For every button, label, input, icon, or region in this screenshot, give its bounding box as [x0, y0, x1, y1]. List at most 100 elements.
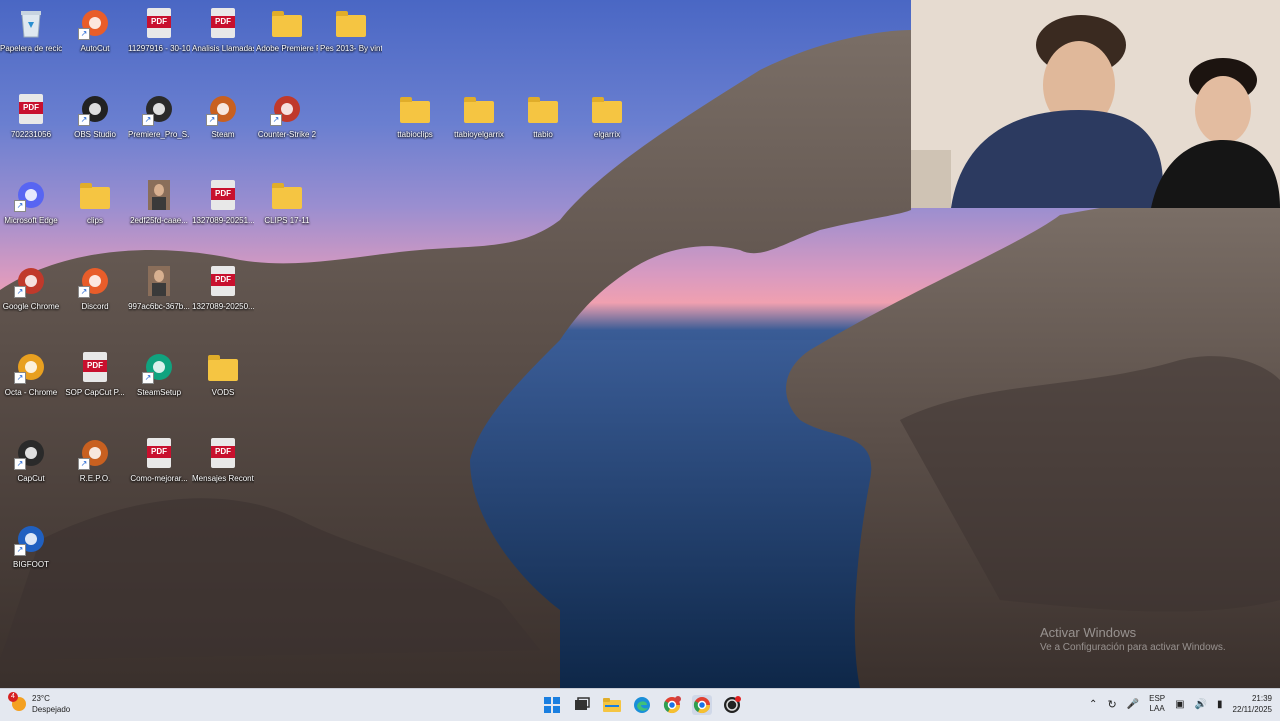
app-icon: ↗: [270, 92, 304, 126]
desktop-icon[interactable]: Como-mejorar...: [128, 436, 190, 484]
desktop-icon[interactable]: ttabioyelgarrix: [448, 92, 510, 140]
desktop-icon[interactable]: ↗ CapCut: [0, 436, 62, 484]
desktop-icon[interactable]: ↗ AutoCut: [64, 6, 126, 54]
sync-icon[interactable]: ↻: [1107, 698, 1116, 711]
desktop-icon-label: 2edf25fd-caae...: [130, 216, 188, 225]
desktop-icon-label: clips: [86, 216, 103, 225]
microphone-icon[interactable]: 🎤: [1127, 699, 1139, 710]
shortcut-arrow-icon: ↗: [78, 114, 90, 126]
pdf-file-icon: [78, 350, 112, 384]
desktop-icon-label: Mensajes Recontacto Calls: [192, 474, 254, 483]
watermark-title: Activar Windows: [1040, 625, 1137, 640]
shortcut-arrow-icon: ↗: [14, 372, 26, 384]
clock[interactable]: 21:39 22/11/2025: [1233, 693, 1272, 715]
desktop-icon-label: CapCut: [17, 474, 45, 483]
desktop-icon[interactable]: ↗ Discord: [64, 264, 126, 312]
desktop-icon-label: ttabioyelgarrix: [454, 130, 504, 139]
file-explorer-icon[interactable]: [602, 695, 622, 715]
edge-icon[interactable]: [632, 695, 652, 715]
desktop-icon[interactable]: Papelera de reciclaje: [0, 6, 62, 54]
desktop-icon[interactable]: ↗ Counter-Strike 2: [256, 92, 318, 140]
desktop-icon[interactable]: Pes 2013- By vintage Gami...: [320, 6, 382, 54]
input-language[interactable]: ESP LAA: [1149, 694, 1165, 714]
pdf-file-icon: [206, 436, 240, 470]
desktop-icon[interactable]: Mensajes Recontacto Calls: [192, 436, 254, 484]
app-icon: ↗: [78, 92, 112, 126]
system-tray: ⌃ ↻ 🎤 ESP LAA ▣ 🔊 ▮ 21:39 22/11/2025: [1089, 693, 1272, 715]
desktop-icon[interactable]: clips: [64, 178, 126, 226]
desktop-icon-label: VODS: [211, 388, 235, 397]
start-icon[interactable]: [542, 695, 562, 715]
weather-description: Despejado: [32, 705, 71, 714]
desktop-icon[interactable]: elgarrix: [576, 92, 638, 140]
weather-sun-icon: 4: [8, 692, 26, 711]
desktop-icon[interactable]: 11297916 - 30-10-2025 - ...: [128, 6, 190, 54]
desktop-icon[interactable]: CLIPS 17-11: [256, 178, 318, 226]
chevron-up-icon[interactable]: ⌃: [1089, 699, 1097, 710]
desktop-icon[interactable]: 1327089-20250...: [192, 264, 254, 312]
shortcut-arrow-icon: ↗: [14, 200, 26, 212]
desktop-icon[interactable]: VODS: [192, 350, 254, 398]
taskbar-apps: [542, 695, 742, 715]
speaker-icon[interactable]: 🔊: [1195, 699, 1207, 710]
obs-icon[interactable]: [722, 695, 742, 715]
clock-time: 21:39: [1251, 694, 1272, 703]
desktop-icon[interactable]: ↗ BIGFOOT: [0, 522, 62, 570]
desktop-icon-label: BIGFOOT: [13, 560, 49, 569]
desktop-icon-label: Counter-Strike 2: [257, 130, 317, 139]
chrome-profile-icon[interactable]: [692, 695, 712, 715]
shortcut-arrow-icon: ↗: [14, 458, 26, 470]
pdf-file-icon: [206, 6, 240, 40]
desktop-icon[interactable]: SOP CapCut P...: [64, 350, 126, 398]
taskbar: 4 23°C Despejado ⌃ ↻ 🎤 ESP LAA ▣ 🔊 ▮ 21:…: [0, 688, 1280, 721]
desktop-icon[interactable]: ↗ SteamSetup: [128, 350, 190, 398]
desktop-icon[interactable]: ↗ Steam: [192, 92, 254, 140]
desktop-icon-label: Microsoft Edge: [4, 216, 58, 225]
desktop-icon-label: 997ac6bc-367b...: [128, 302, 190, 311]
weather-badge: 4: [8, 692, 18, 702]
pdf-file-icon: [206, 178, 240, 212]
shortcut-arrow-icon: ↗: [14, 286, 26, 298]
desktop-icon-label: Google Chrome: [2, 302, 60, 311]
shortcut-arrow-icon: ↗: [78, 28, 90, 40]
desktop-icon-label: elgarrix: [593, 130, 621, 139]
desktop-icon[interactable]: ↗ Premiere_Pro_S...: [128, 92, 190, 140]
desktop-icon[interactable]: Analisis Llamadas CO...: [192, 6, 254, 54]
desktop-icon[interactable]: 702231056: [0, 92, 62, 140]
folder-icon: [462, 92, 496, 126]
chrome-icon[interactable]: [662, 695, 682, 715]
display-icon[interactable]: ▣: [1175, 699, 1184, 710]
desktop-icon[interactable]: 997ac6bc-367b...: [128, 264, 190, 312]
weather-widget[interactable]: 4 23°C Despejado: [8, 692, 71, 715]
desktop-icon[interactable]: ↗ OBS Studio: [64, 92, 126, 140]
folder-icon: [206, 350, 240, 384]
app-icon: ↗: [78, 436, 112, 470]
desktop-icon[interactable]: ↗ Google Chrome: [0, 264, 62, 312]
folder-icon: [590, 92, 624, 126]
desktop-icon-label: AutoCut: [80, 44, 110, 53]
folder-icon: [270, 178, 304, 212]
task-view-icon[interactable]: [572, 695, 592, 715]
desktop-icon[interactable]: ↗ Microsoft Edge: [0, 178, 62, 226]
desktop-icon-label: Papelera de reciclaje: [0, 44, 62, 53]
desktop-icon[interactable]: Adobe Premiere Pro Auto-Save: [256, 6, 318, 54]
battery-icon[interactable]: ▮: [1217, 699, 1223, 710]
desktop-icon[interactable]: 1327089-20251...: [192, 178, 254, 226]
desktop-icon-label: Steam: [211, 130, 235, 139]
shortcut-arrow-icon: ↗: [78, 286, 90, 298]
app-icon: ↗: [78, 6, 112, 40]
pdf-file-icon: [206, 264, 240, 298]
image-file-icon: [142, 178, 176, 212]
desktop-icon[interactable]: 2edf25fd-caae...: [128, 178, 190, 226]
image-file-icon: [142, 264, 176, 298]
recycle-bin-icon: [14, 6, 48, 40]
desktop-icon[interactable]: ttabio: [512, 92, 574, 140]
app-icon: ↗: [142, 92, 176, 126]
folder-icon: [78, 178, 112, 212]
folder-icon: [334, 6, 368, 40]
desktop-icon[interactable]: ↗ R.E.P.O.: [64, 436, 126, 484]
desktop-icon[interactable]: ttabioclips: [384, 92, 446, 140]
desktop-icon[interactable]: ↗ Octa - Chrome: [0, 350, 62, 398]
shortcut-arrow-icon: ↗: [142, 114, 154, 126]
desktop-icon-label: Como-mejorar...: [130, 474, 188, 483]
